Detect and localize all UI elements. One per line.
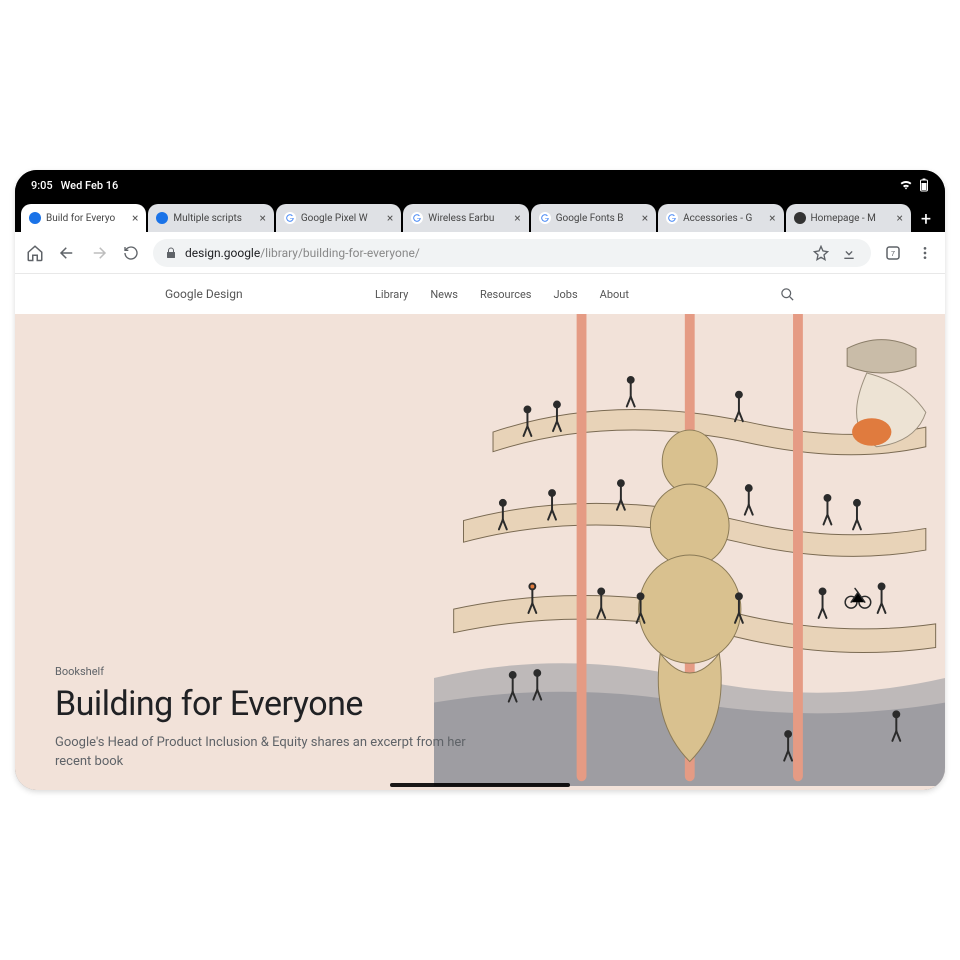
nav-link[interactable]: Library [375,288,408,301]
back-icon[interactable] [57,243,77,263]
home-icon[interactable] [25,243,45,263]
hero-headline: Building for Everyone [55,684,495,724]
tab-title: Homepage - M [811,213,892,224]
nav-link[interactable]: Jobs [553,288,577,301]
close-icon[interactable]: × [132,211,138,225]
browser-tab[interactable]: Google Pixel W × [276,204,401,232]
reload-icon[interactable] [121,243,141,263]
tab-title: Accessories - G [683,213,764,224]
gesture-bar[interactable] [390,783,570,787]
nav-link[interactable]: About [600,288,629,301]
favicon-icon [539,212,551,224]
tab-strip: Build for Everyo × Multiple scripts × Go… [15,200,945,232]
favicon-icon [29,212,41,224]
hero-subhead: Google's Head of Product Inclusion & Equ… [55,734,495,772]
close-icon[interactable]: × [514,211,520,225]
browser-tab[interactable]: Accessories - G × [658,204,783,232]
tab-title: Wireless Earbu [428,213,509,224]
close-icon[interactable]: × [259,211,265,225]
favicon-icon [666,212,678,224]
browser-tab[interactable]: Multiple scripts × [148,204,273,232]
nav-link[interactable]: Resources [480,288,532,301]
tab-title: Google Fonts B [556,213,637,224]
wifi-icon [899,180,913,190]
status-bar: 9:05 Wed Feb 16 [15,170,945,200]
hero-eyebrow: Bookshelf [55,665,495,678]
download-icon[interactable] [839,243,859,263]
hero-illustration [434,314,946,786]
tab-title: Google Pixel W [301,213,382,224]
close-icon[interactable]: × [387,211,393,225]
browser-tab[interactable]: Google Fonts B × [531,204,656,232]
battery-icon [919,178,929,192]
tablet-frame: 9:05 Wed Feb 16 Build for Everyo × Multi… [15,170,945,790]
tab-count-icon[interactable]: 7 [883,243,903,263]
favicon-icon [284,212,296,224]
favicon-icon [794,212,806,224]
url-text: design.google/library/building-for-every… [185,246,803,260]
close-icon[interactable]: × [642,211,648,225]
browser-tab[interactable]: Wireless Earbu × [403,204,528,232]
site-logo[interactable]: Google Design [165,287,243,301]
tab-title: Build for Everyo [46,213,127,224]
status-time: 9:05 [31,179,53,192]
address-bar[interactable]: design.google/library/building-for-every… [153,239,871,267]
browser-toolbar: design.google/library/building-for-every… [15,232,945,274]
page-viewport: Google Design Library News Resources Job… [15,274,945,790]
site-nav: Library News Resources Jobs About [375,288,629,301]
favicon-icon [156,212,168,224]
tab-title: Multiple scripts [173,213,254,224]
nav-link[interactable]: News [430,288,458,301]
lock-icon [165,247,177,259]
hero-copy: Bookshelf Building for Everyone Google's… [55,665,495,772]
more-icon[interactable] [915,243,935,263]
close-icon[interactable]: × [897,211,903,225]
browser-tab[interactable]: Build for Everyo × [21,204,146,232]
hero-section: Bookshelf Building for Everyone Google's… [15,314,945,790]
close-icon[interactable]: × [769,211,775,225]
favicon-icon [411,212,423,224]
browser-tab[interactable]: Homepage - M × [786,204,911,232]
star-icon[interactable] [811,243,831,263]
new-tab-button[interactable]: + [913,206,939,232]
search-icon[interactable] [780,287,795,302]
status-date: Wed Feb 16 [61,179,119,192]
svg-text:7: 7 [891,249,895,258]
site-header: Google Design Library News Resources Job… [15,274,945,314]
forward-icon[interactable] [89,243,109,263]
